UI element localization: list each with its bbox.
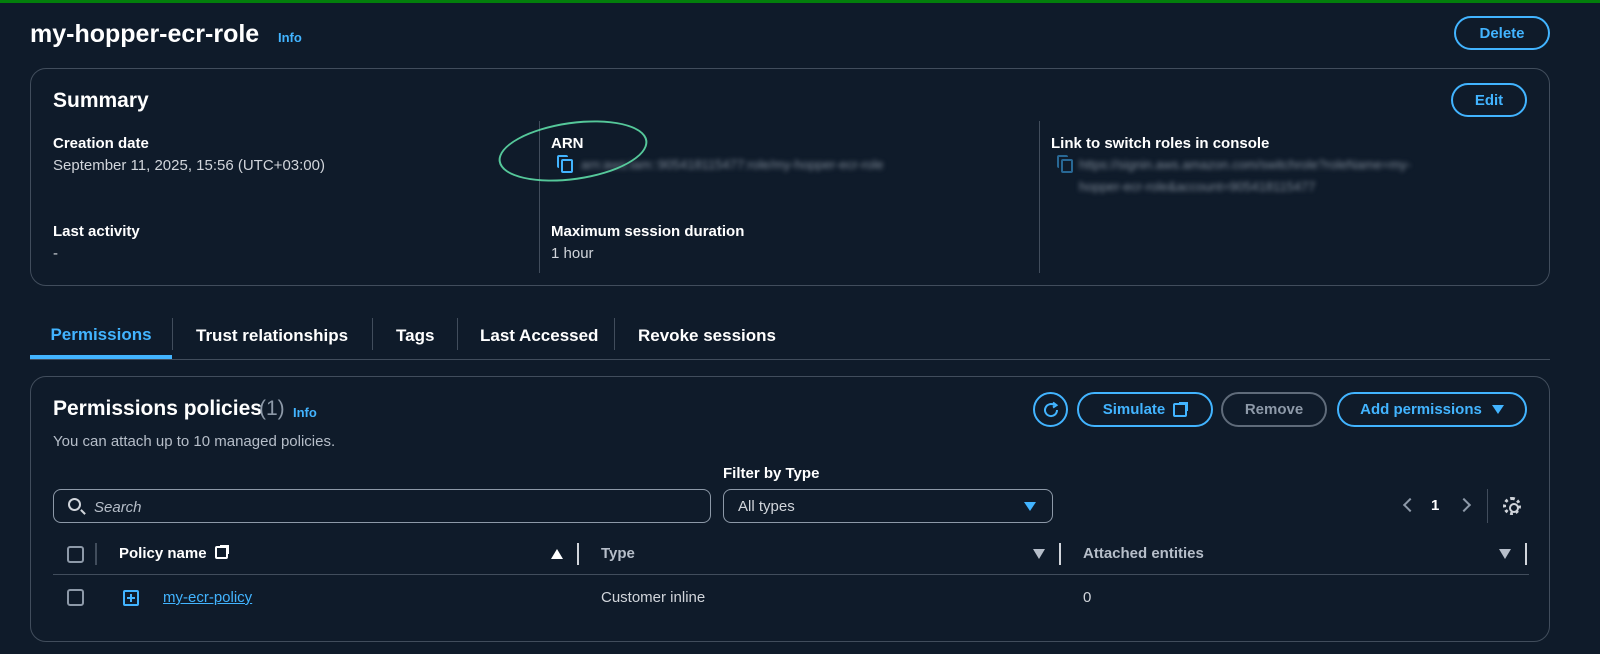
creation-date-label: Creation date: [53, 135, 149, 152]
filter-type-select[interactable]: All types: [723, 489, 1053, 523]
tab-divider: [372, 318, 373, 350]
refresh-icon: [1043, 401, 1058, 417]
tab-trust-relationships[interactable]: Trust relationships: [196, 314, 348, 358]
tab-tags[interactable]: Tags: [396, 314, 434, 358]
creation-date-value: September 11, 2025, 15:56 (UTC+03:00): [53, 157, 325, 174]
chevron-left-icon[interactable]: [1402, 497, 1418, 513]
policies-title: Permissions policies: [53, 397, 262, 420]
search-icon: [68, 498, 81, 511]
permissions-policies-panel: Permissions policies (1) Info You can at…: [30, 376, 1550, 642]
tab-divider: [614, 318, 615, 350]
tab-divider: [172, 318, 173, 350]
sort-icon[interactable]: [1033, 549, 1045, 559]
attached-entities: 0: [1083, 589, 1092, 606]
column-header-type[interactable]: Type: [601, 545, 635, 562]
external-link-icon: [1173, 401, 1189, 417]
success-flash-bar: [0, 0, 1600, 3]
column-header-label: Policy name: [119, 545, 207, 562]
column-resizer[interactable]: [1059, 543, 1061, 565]
filter-type-value: All types: [738, 498, 795, 515]
tab-bar: Permissions Trust relationships Tags Las…: [30, 314, 1550, 360]
search-input[interactable]: [94, 496, 694, 518]
info-link[interactable]: Info: [278, 30, 302, 45]
chevron-right-icon[interactable]: [1456, 497, 1472, 513]
add-permissions-button[interactable]: Add permissions: [1337, 392, 1527, 427]
page-number[interactable]: 1: [1431, 497, 1439, 514]
expand-icon[interactable]: [123, 590, 139, 606]
simulate-button[interactable]: Simulate: [1077, 392, 1213, 427]
external-link-icon: [214, 545, 229, 559]
column-resizer[interactable]: [577, 543, 579, 565]
row-checkbox[interactable]: [67, 589, 84, 606]
page-title: my-hopper-ecr-role: [30, 20, 260, 48]
table-header: Policy name Type Attached entities: [53, 535, 1529, 575]
switch-role-link-line2[interactable]: hopper-ecr-role&account=905418115477: [1079, 179, 1315, 194]
edit-button[interactable]: Edit: [1451, 83, 1527, 117]
policy-name-link[interactable]: my-ecr-policy: [163, 589, 252, 606]
last-activity-value: -: [53, 245, 58, 262]
table-row: my-ecr-policy Customer inline 0: [53, 577, 1529, 621]
switch-role-link-label: Link to switch roles in console: [1051, 135, 1270, 152]
policies-info-link[interactable]: Info: [293, 405, 317, 420]
refresh-button[interactable]: [1033, 392, 1068, 427]
column-divider: [95, 543, 97, 565]
summary-panel: Summary Edit Creation date September 11,…: [30, 68, 1550, 286]
policies-count: (1): [259, 397, 285, 420]
pagination-divider: [1487, 489, 1488, 523]
column-divider: [1039, 121, 1040, 273]
add-permissions-label: Add permissions: [1360, 401, 1482, 418]
max-session-value: 1 hour: [551, 245, 594, 262]
switch-role-link-line1[interactable]: https://signin.aws.amazon.com/switchrole…: [1079, 157, 1411, 172]
caret-down-icon: [1491, 405, 1504, 414]
tab-permissions[interactable]: Permissions: [30, 314, 172, 359]
column-resizer[interactable]: [1525, 543, 1527, 565]
simulate-label: Simulate: [1102, 401, 1166, 418]
column-header-attached-entities[interactable]: Attached entities: [1083, 545, 1204, 562]
sort-icon[interactable]: [1499, 549, 1511, 559]
pagination: 1: [1397, 495, 1477, 519]
summary-title: Summary: [53, 89, 149, 112]
policies-description: You can attach up to 10 managed policies…: [53, 433, 336, 450]
copy-icon[interactable]: [1057, 155, 1073, 173]
filter-by-type-label: Filter by Type: [723, 465, 820, 482]
column-header-policy-name[interactable]: Policy name: [119, 545, 229, 562]
last-activity-label: Last activity: [53, 223, 140, 240]
tab-last-accessed[interactable]: Last Accessed: [480, 314, 598, 358]
sort-ascending-icon[interactable]: [551, 549, 563, 559]
caret-down-icon: [1024, 502, 1036, 511]
policy-type: Customer inline: [601, 589, 706, 606]
tab-divider: [457, 318, 458, 350]
select-all-checkbox[interactable]: [67, 546, 84, 563]
policy-name[interactable]: my-ecr-policy: [163, 589, 252, 606]
gear-icon[interactable]: [1503, 497, 1521, 515]
max-session-label: Maximum session duration: [551, 223, 745, 240]
search-field: [53, 489, 711, 523]
delete-button[interactable]: Delete: [1454, 16, 1550, 50]
tab-revoke-sessions[interactable]: Revoke sessions: [638, 314, 776, 358]
remove-button[interactable]: Remove: [1221, 392, 1327, 427]
page-header: my-hopper-ecr-role Info: [30, 16, 1586, 56]
